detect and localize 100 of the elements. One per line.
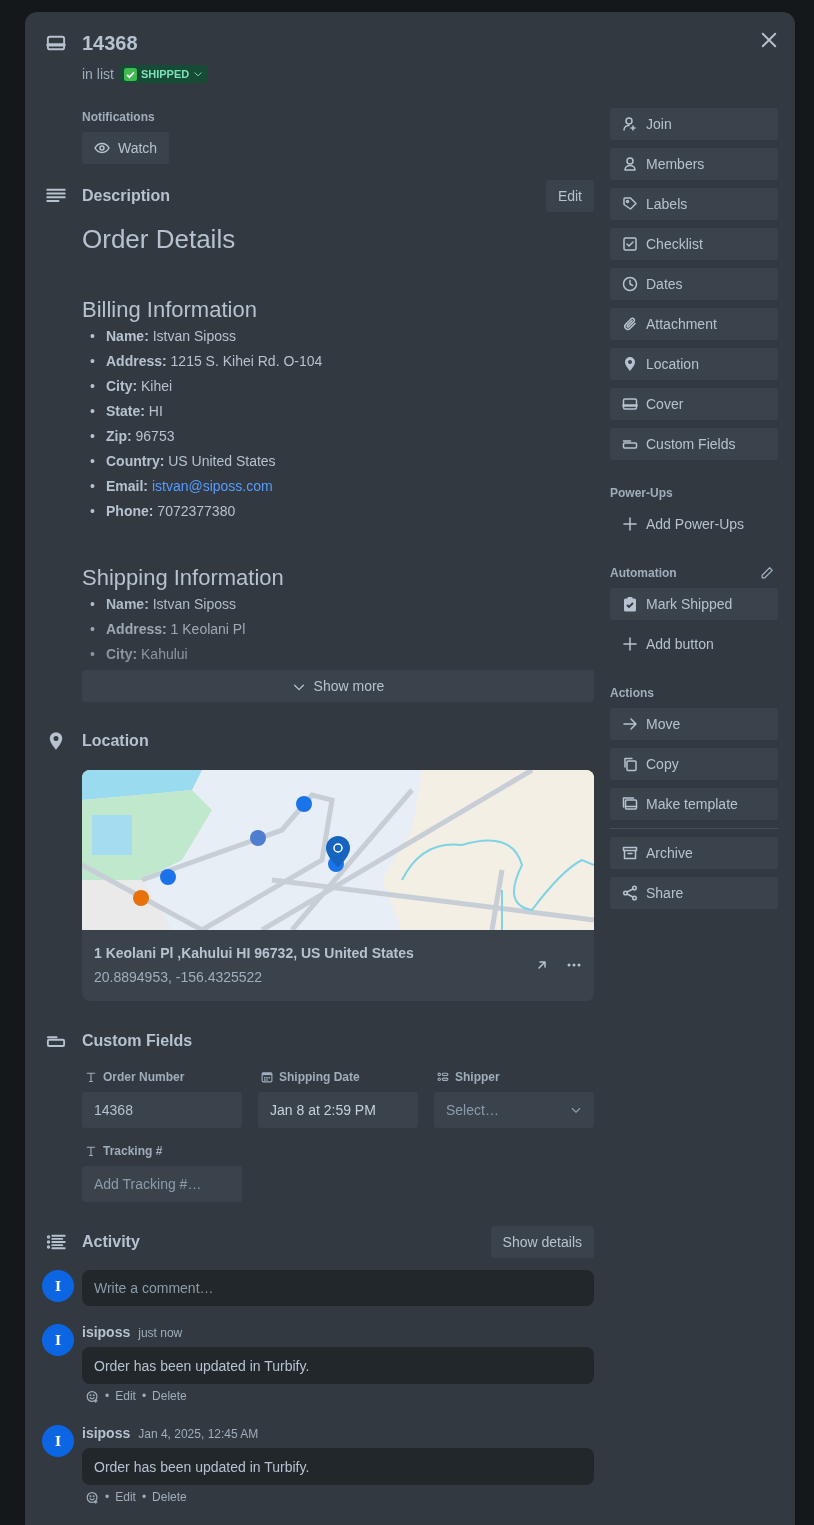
list-item: Address: 1 Keolani Pl — [106, 620, 246, 639]
section-label: Power-Ups — [610, 486, 673, 500]
bullet: • — [90, 620, 96, 639]
section-label: Automation — [610, 566, 677, 580]
comment-action-link[interactable]: Delete — [152, 1389, 187, 1403]
sidebar-button[interactable]: Custom Fields — [610, 428, 778, 460]
person-plus-icon — [622, 116, 638, 132]
comment-text: Order has been updated in Turbify. — [82, 1448, 594, 1485]
comment-author: isiposs — [82, 1425, 131, 1441]
calendar-icon — [261, 1071, 273, 1083]
avatar: I — [42, 1270, 74, 1302]
sidebar-button[interactable]: Labels — [610, 188, 778, 220]
card-title: 14368 — [82, 31, 138, 55]
location-coordinates: 20.8894953, -156.4325522 — [94, 968, 264, 985]
plus-icon — [622, 636, 638, 652]
person-icon — [622, 156, 638, 172]
avatar: I — [42, 1324, 74, 1356]
sidebar-button[interactable]: Copy — [610, 748, 778, 780]
sidebar-button[interactable]: Share — [610, 877, 778, 909]
comment-time: just now — [138, 1325, 183, 1341]
share-icon — [622, 885, 638, 901]
reaction-icon — [86, 1490, 99, 1504]
bullet: • — [90, 427, 96, 446]
sidebar-button[interactable]: Move — [610, 708, 778, 740]
bullet: • — [90, 377, 96, 396]
plus-icon — [622, 516, 638, 532]
close-button[interactable] — [759, 30, 779, 50]
watch-button[interactable]: Watch — [82, 132, 170, 164]
section-title: Description — [82, 187, 171, 205]
comment-action-link[interactable]: Edit — [115, 1490, 136, 1504]
description-heading: Order Details — [82, 223, 237, 256]
card-icon — [622, 396, 638, 412]
comment-action-link[interactable]: Delete — [152, 1490, 187, 1504]
bullet: • — [90, 645, 96, 664]
bullet: • — [90, 477, 96, 496]
paperclip-icon — [622, 316, 638, 332]
template-icon — [622, 796, 638, 812]
sidebar-button[interactable]: Attachment — [610, 308, 778, 340]
comment-action-link[interactable]: Edit — [115, 1389, 136, 1403]
list-item: Country: US United States — [106, 452, 276, 471]
avatar: I — [42, 1425, 74, 1457]
check-box-icon — [123, 67, 137, 81]
list-badge[interactable]: SHIPPED — [119, 65, 208, 83]
sidebar-button[interactable]: Cover — [610, 388, 778, 420]
section-label: Actions — [610, 686, 654, 700]
list-label: in list — [82, 66, 114, 82]
input-field[interactable]: 14368 — [82, 1092, 242, 1128]
sidebar-button[interactable]: Mark Shipped — [610, 588, 778, 620]
list-item: Name: Istvan Siposs — [106, 327, 236, 346]
eye-icon — [94, 140, 110, 156]
list-item: Email: istvan@siposs.com — [106, 477, 273, 496]
text-icon — [85, 1071, 97, 1083]
separator: • — [141, 1490, 147, 1504]
list-item: Zip: 96753 — [106, 427, 175, 446]
bullet: • — [90, 327, 96, 346]
separator: • — [141, 1389, 147, 1403]
clock-icon — [622, 276, 638, 292]
email-link[interactable]: istvan@siposs.com — [151, 478, 273, 494]
comment-text: Order has been updated in Turbify. — [82, 1347, 594, 1384]
bullet: • — [90, 452, 96, 471]
sidebar-button[interactable]: Add button — [610, 628, 778, 660]
sidebar-button[interactable]: Members — [610, 148, 778, 180]
pin-icon — [622, 356, 638, 372]
comment-author: isiposs — [82, 1324, 131, 1340]
comment-time: Jan 4, 2025, 12:45 AM — [138, 1426, 259, 1442]
copy-icon — [622, 756, 638, 772]
field-label: Tracking # — [103, 1144, 163, 1158]
edit-button[interactable] — [760, 566, 774, 580]
show-details-button[interactable]: Show details — [490, 1226, 594, 1258]
sidebar-button[interactable]: Dates — [610, 268, 778, 300]
sidebar-button[interactable]: Checklist — [610, 228, 778, 260]
field-label: Shipping Date — [279, 1070, 360, 1084]
reaction-icon — [86, 1389, 99, 1403]
section-title: Custom Fields — [82, 1032, 194, 1050]
sidebar-button[interactable]: Add Power-Ups — [610, 508, 778, 540]
arrow-right-icon — [622, 716, 638, 732]
select-field[interactable]: Select… — [434, 1092, 594, 1128]
sidebar-button[interactable]: Location — [610, 348, 778, 380]
list-item: Name: Istvan Siposs — [106, 595, 236, 614]
list-item: City: Kahului — [106, 645, 188, 664]
sidebar-button[interactable]: Join — [610, 108, 778, 140]
list-item: Address: 1215 S. Kihei Rd. O-104 — [106, 352, 323, 371]
edit-button[interactable]: Edit — [545, 180, 594, 212]
section-title: Activity — [82, 1233, 141, 1251]
list-icon — [437, 1071, 449, 1083]
sidebar-button[interactable]: Make template — [610, 788, 778, 820]
list-item: State: HI — [106, 402, 163, 421]
sidebar-button[interactable]: Archive — [610, 837, 778, 869]
activity-icon — [46, 1232, 66, 1252]
input-field[interactable]: Add Tracking #… — [82, 1166, 242, 1202]
bullet: • — [90, 502, 96, 521]
chevron-icon — [193, 69, 204, 79]
show-more-button[interactable]: Show more — [82, 670, 594, 702]
checkbox-icon — [622, 236, 638, 252]
field-label: Order Number — [103, 1070, 185, 1084]
list-item: Phone: 7072377380 — [106, 502, 236, 521]
date-field[interactable]: Jan 8 at 2:59 PM — [258, 1092, 418, 1128]
card-icon — [46, 33, 66, 53]
description-subheading: Billing Information — [82, 296, 258, 324]
comment-field[interactable]: Write a comment… — [82, 1270, 594, 1306]
